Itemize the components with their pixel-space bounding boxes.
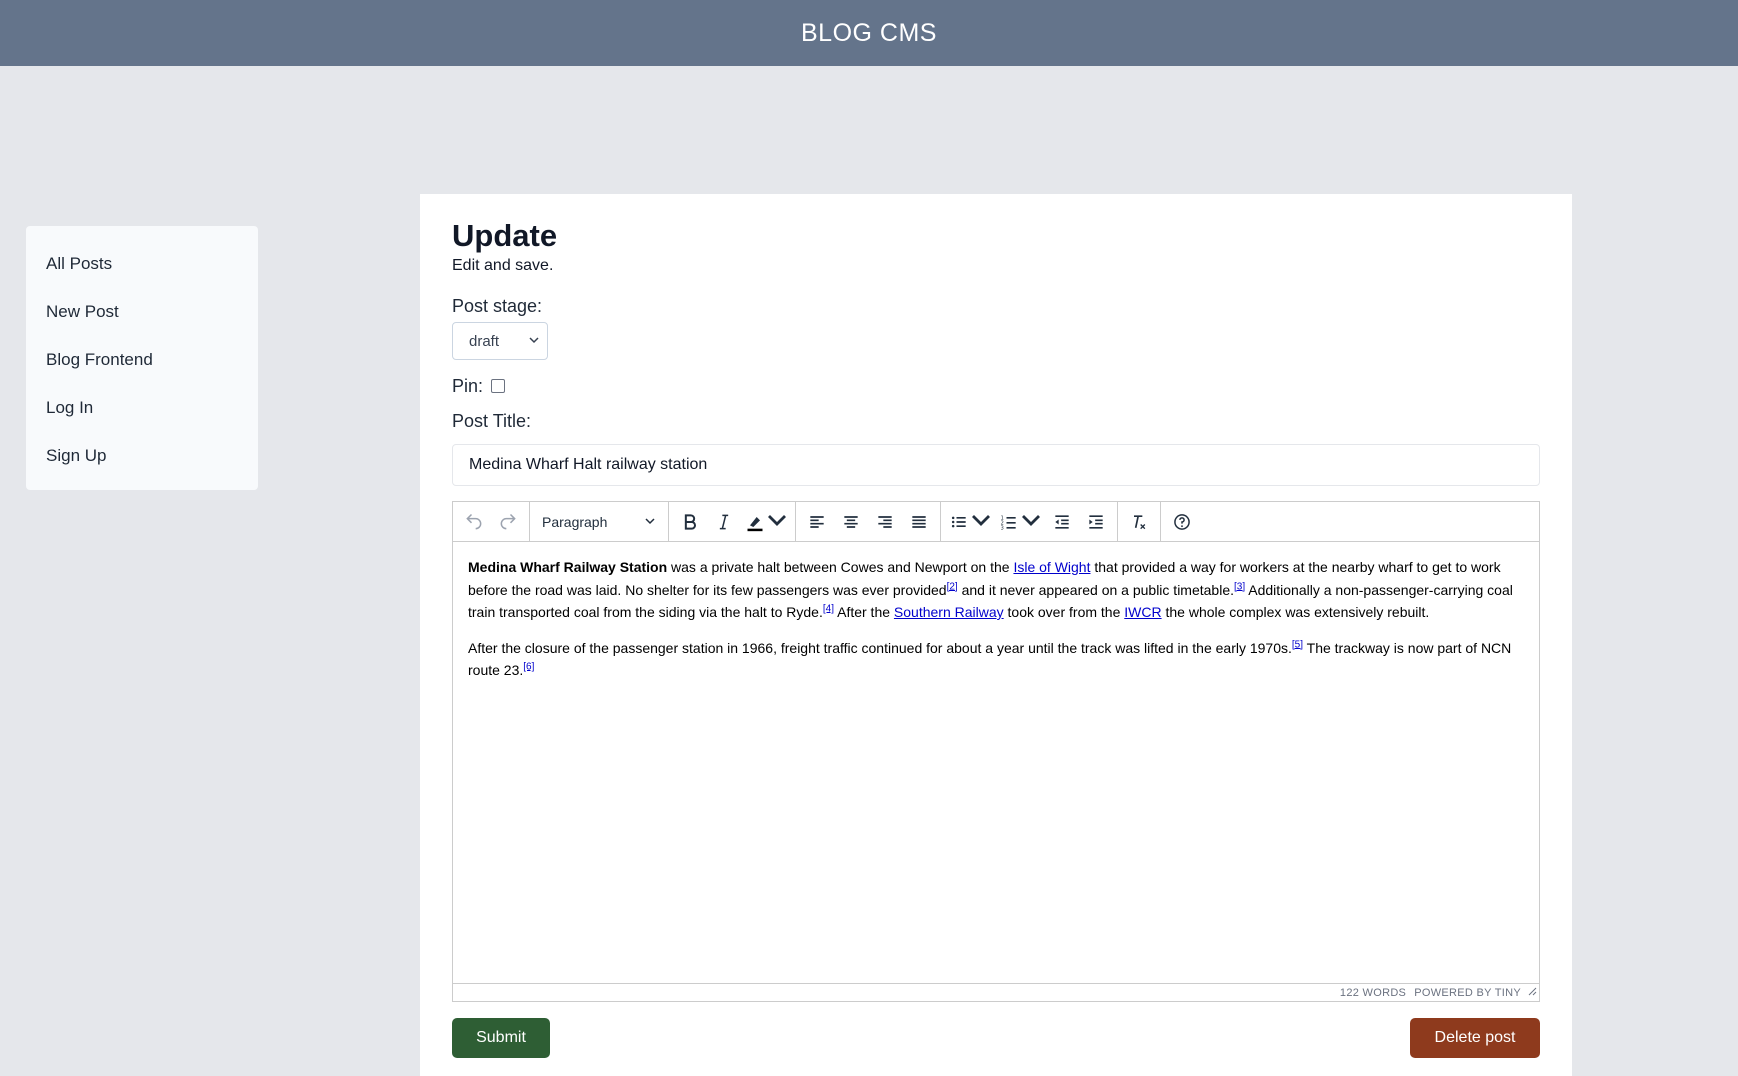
numbered-list-icon[interactable]: 123 <box>995 506 1045 538</box>
chevron-down-icon <box>767 510 787 533</box>
alignment-group <box>796 501 941 542</box>
app-header: BLOG CMS <box>0 0 1738 66</box>
sidebar: All Posts New Post Blog Frontend Log In … <box>26 226 258 490</box>
outdent-icon[interactable] <box>1045 506 1079 538</box>
block-format-group: Paragraph <box>530 501 669 542</box>
chevron-down-icon <box>529 335 539 348</box>
pin-checkbox[interactable] <box>491 379 505 393</box>
link-isle-of-wight[interactable]: Isle of Wight <box>1013 559 1090 575</box>
text-run: was a private halt between Cowes and New… <box>667 559 1014 575</box>
post-stage-select[interactable]: draft <box>452 322 548 360</box>
sidebar-item-new-post[interactable]: New Post <box>26 288 258 336</box>
chevron-down-icon <box>644 514 656 530</box>
sidebar-item-log-in[interactable]: Log In <box>26 384 258 432</box>
align-center-icon[interactable] <box>834 506 868 538</box>
clear-format-group <box>1118 501 1161 542</box>
sidebar-item-all-posts[interactable]: All Posts <box>26 240 258 288</box>
bullet-list-icon[interactable] <box>945 506 995 538</box>
editor-content[interactable]: Medina Wharf Railway Station was a priva… <box>453 542 1539 983</box>
text-run: and it never appeared on a public timeta… <box>957 581 1234 598</box>
align-right-icon[interactable] <box>868 506 902 538</box>
redo-icon[interactable] <box>491 506 525 538</box>
italic-icon[interactable] <box>707 506 741 538</box>
undo-icon[interactable] <box>457 506 491 538</box>
edit-panel: Update Edit and save. Post stage: draft … <box>420 194 1572 1076</box>
pin-label: Pin: <box>452 376 484 396</box>
submit-button[interactable]: Submit <box>452 1018 550 1058</box>
chevron-down-icon <box>971 510 991 533</box>
post-stage-label: Post stage: <box>452 296 543 316</box>
align-justify-icon[interactable] <box>902 506 936 538</box>
citation-link[interactable]: [5] <box>1292 639 1303 650</box>
post-stage-value: draft <box>469 332 500 350</box>
paragraph-1: Medina Wharf Railway Station was a priva… <box>468 556 1524 624</box>
text-run: took over from the <box>1003 604 1125 620</box>
text-run: After the <box>833 604 894 620</box>
app-title: BLOG CMS <box>801 18 937 47</box>
link-iwcr[interactable]: IWCR <box>1124 604 1161 620</box>
editor-toolbar: Paragraph 1 2 3 <box>453 501 1539 542</box>
text-run: the whole complex was extensively rebuil… <box>1161 604 1430 620</box>
post-title-label: Post Title: <box>452 411 532 431</box>
help-group <box>1161 502 1203 542</box>
highlight-icon[interactable] <box>741 506 791 538</box>
delete-post-button[interactable]: Delete post <box>1410 1018 1540 1058</box>
chevron-down-icon <box>1021 510 1041 533</box>
text-run: After the closure of the passenger stati… <box>468 639 1292 656</box>
rich-text-editor: Paragraph 1 2 3 Medina Wharf Railway Sta… <box>452 501 1540 1002</box>
link-southern-railway[interactable]: Southern Railway <box>894 604 1004 620</box>
svg-text:3: 3 <box>1001 525 1004 531</box>
align-left-icon[interactable] <box>800 506 834 538</box>
resize-handle-icon[interactable] <box>1528 987 1537 999</box>
page-subtitle: Edit and save. <box>452 257 554 274</box>
text-style-group <box>669 501 796 542</box>
indent-icon[interactable] <box>1079 506 1113 538</box>
sidebar-item-blog-frontend[interactable]: Blog Frontend <box>26 336 258 384</box>
block-format-select[interactable]: Paragraph <box>534 506 664 538</box>
powered-by-tiny[interactable]: POWERED BY TINY <box>1414 987 1521 999</box>
word-count[interactable]: 122 WORDS <box>1340 987 1406 999</box>
post-title-input[interactable]: Medina Wharf Halt railway station <box>452 444 1540 486</box>
block-format-value: Paragraph <box>542 513 608 530</box>
list-group: 123 <box>941 501 1118 542</box>
citation-link[interactable]: [3] <box>1234 581 1245 592</box>
editor-statusbar: 122 WORDS POWERED BY TINY <box>453 983 1539 1001</box>
bold-text: Medina Wharf Railway Station <box>468 559 668 575</box>
paragraph-2: After the closure of the passenger stati… <box>468 637 1524 682</box>
citation-link[interactable]: [6] <box>523 661 534 672</box>
clear-formatting-icon[interactable] <box>1122 506 1156 538</box>
history-group <box>453 501 530 542</box>
citation-link[interactable]: [4] <box>823 603 834 614</box>
bold-icon[interactable] <box>673 506 707 538</box>
page-title: Update <box>452 218 558 253</box>
sidebar-item-sign-up[interactable]: Sign Up <box>26 432 258 480</box>
help-icon[interactable] <box>1165 506 1199 538</box>
citation-link[interactable]: [2] <box>947 581 958 592</box>
